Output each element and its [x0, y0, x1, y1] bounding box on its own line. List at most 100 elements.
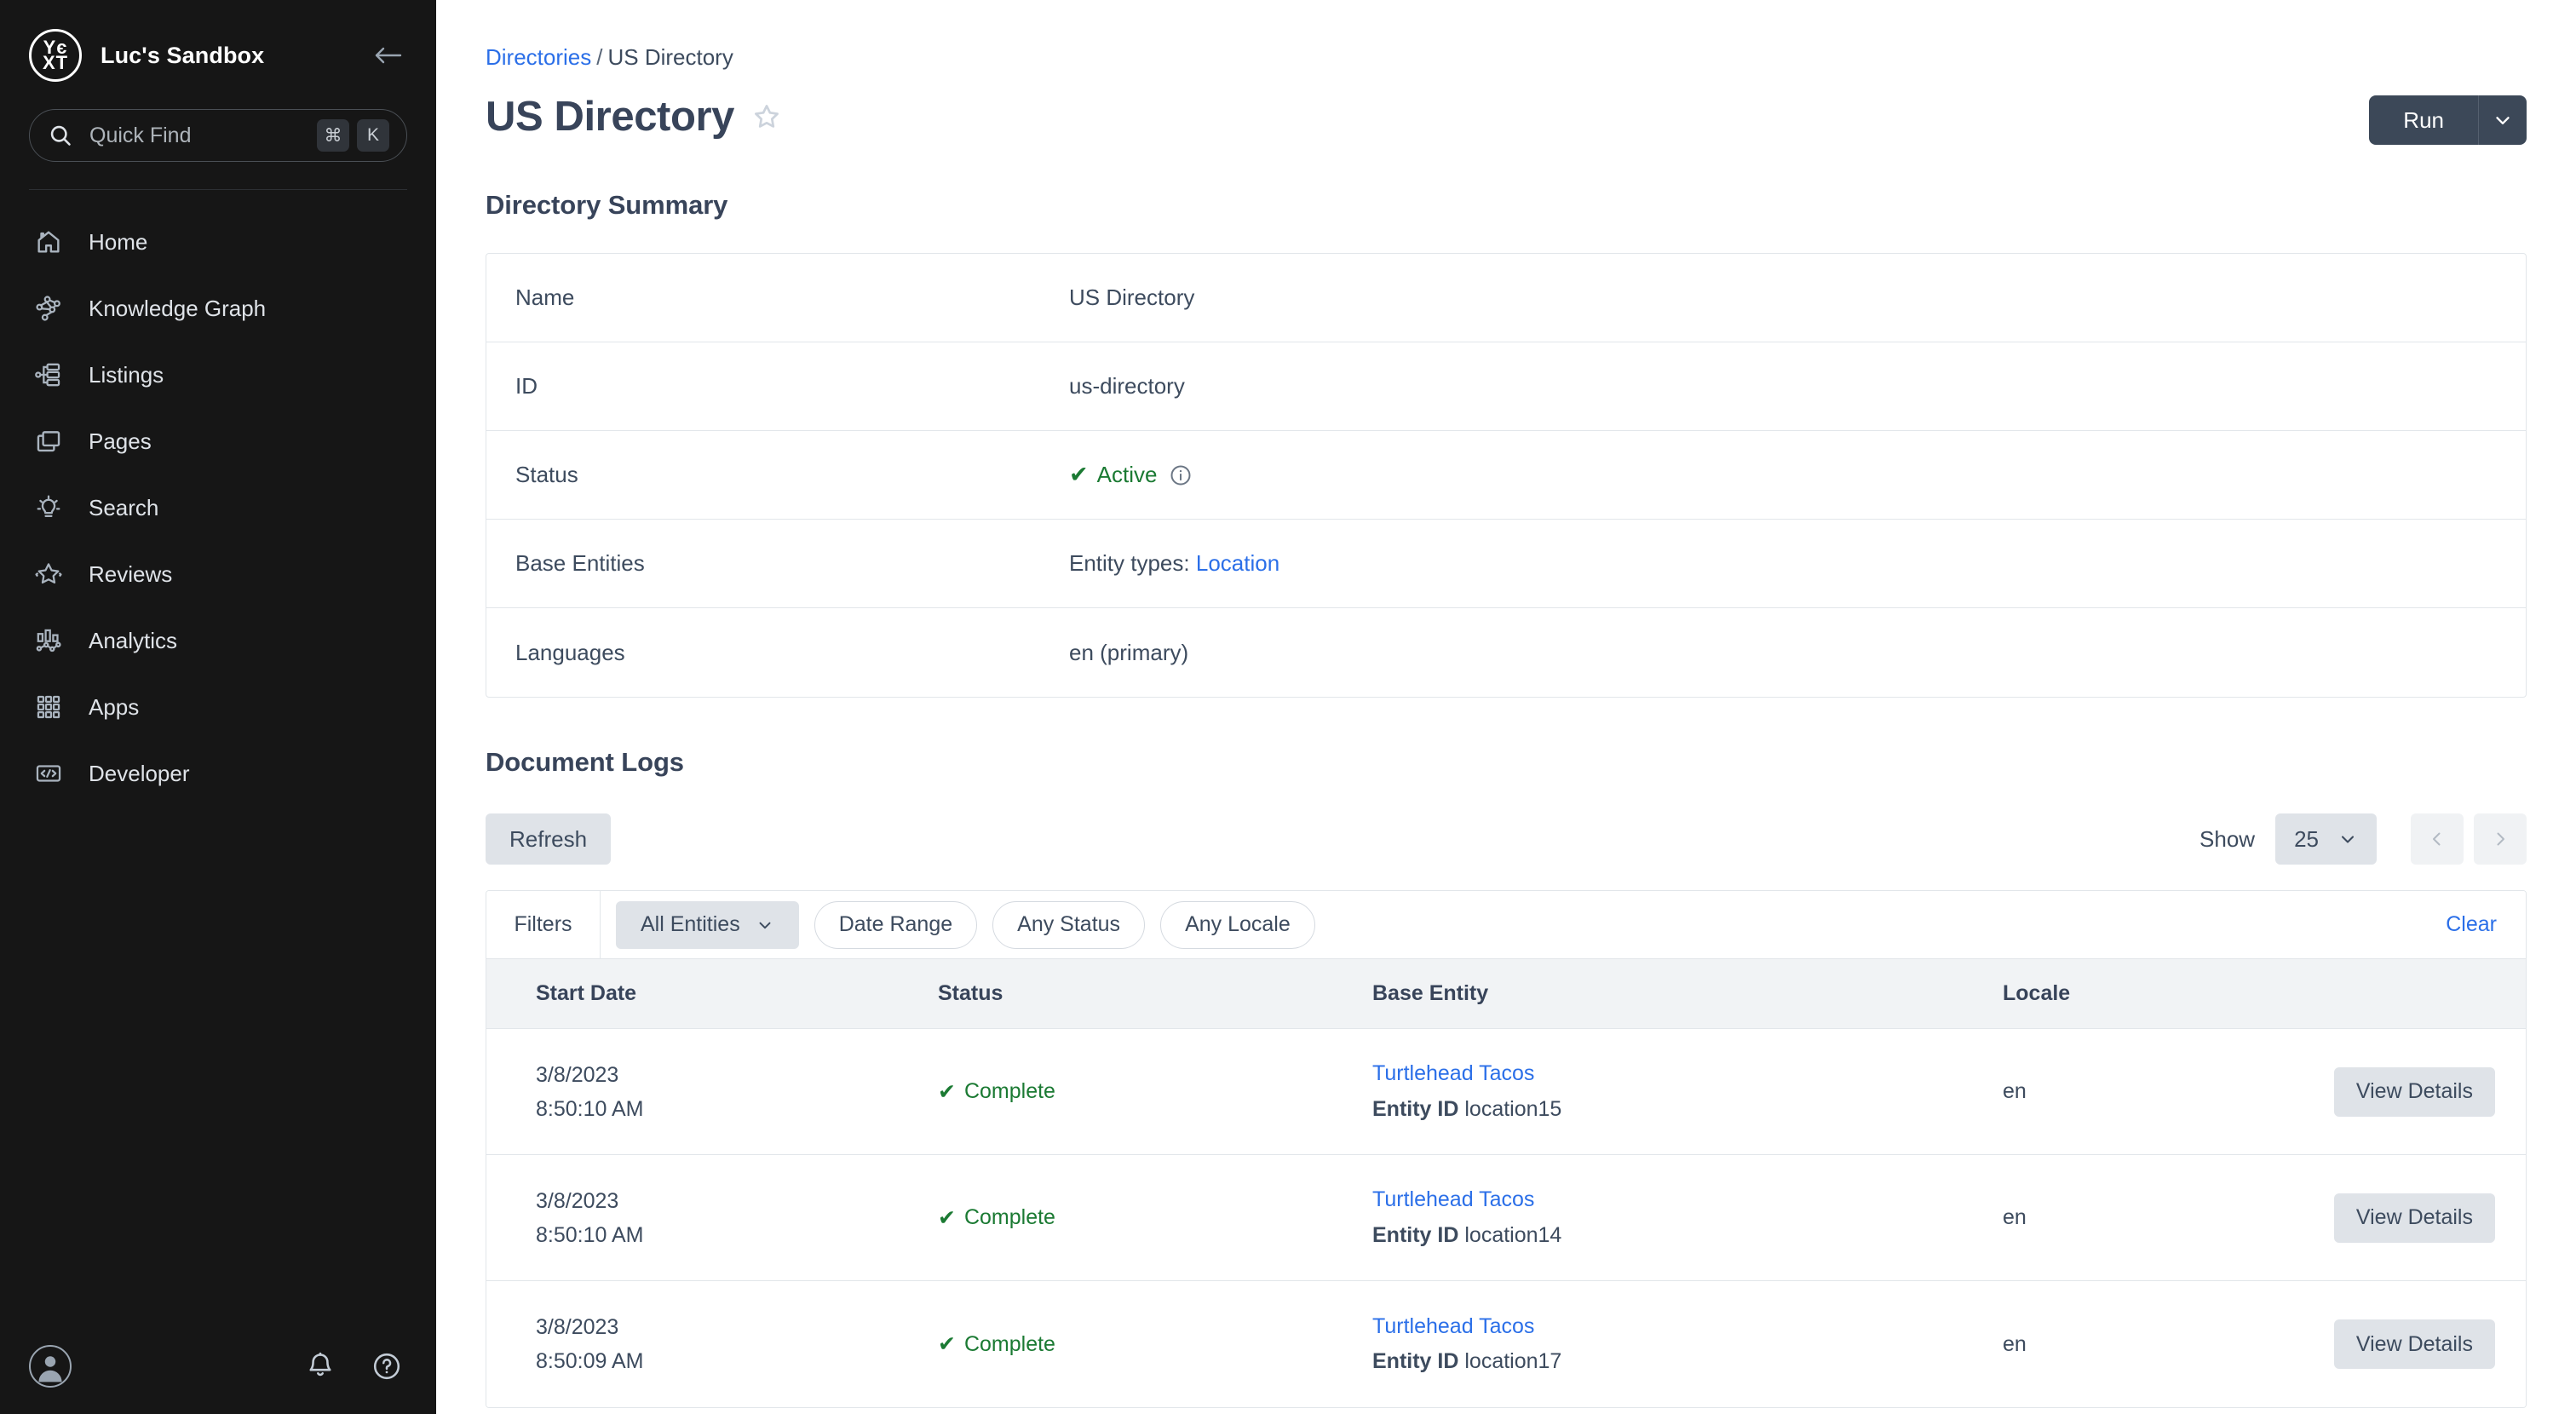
log-time: 8:50:10 AM: [536, 1096, 644, 1121]
status-text: Complete: [963, 1205, 1055, 1229]
entity-link[interactable]: Turtlehead Tacos: [1372, 1187, 1534, 1211]
sidebar-item-label: Analytics: [89, 627, 178, 653]
next-page-button[interactable]: [2474, 813, 2527, 865]
column-header-start-date: Start Date: [536, 981, 637, 1005]
sidebar-item-label: Apps: [89, 693, 140, 720]
filter-chip-any-locale[interactable]: Any Locale: [1160, 900, 1315, 949]
sidebar-item-label: Listings: [89, 361, 164, 388]
entity-type-link-location[interactable]: Location: [1196, 550, 1279, 577]
status-text: Complete: [963, 1079, 1055, 1103]
page-title: US Directory: [486, 94, 735, 140]
quick-find-input[interactable]: Quick Find ⌘ K: [29, 109, 407, 162]
quick-find-placeholder: Quick Find: [89, 123, 192, 147]
clear-filters-link[interactable]: Clear: [2446, 912, 2497, 937]
filter-chip-date-range[interactable]: Date Range: [814, 900, 978, 949]
breadcrumb-separator: /: [596, 44, 603, 70]
log-date: 3/8/2023: [536, 1062, 619, 1087]
sidebar-item-pages[interactable]: Pages: [0, 408, 436, 474]
sidebar-item-home[interactable]: Home: [0, 209, 436, 275]
view-details-button[interactable]: View Details: [2333, 1066, 2495, 1117]
cell-actions: View Details: [2284, 1319, 2526, 1369]
view-details-button[interactable]: View Details: [2333, 1193, 2495, 1243]
prev-page-button[interactable]: [2411, 813, 2464, 865]
column-header-base-entity: Base Entity: [1372, 981, 1489, 1005]
sidebar-item-label: Knowledge Graph: [89, 295, 267, 321]
help-circle-icon: [373, 1353, 400, 1380]
sidebar-item-analytics[interactable]: Analytics: [0, 607, 436, 674]
entity-types-label: Entity types:: [1069, 550, 1190, 576]
column-header-locale: Locale: [2003, 981, 2071, 1005]
run-button[interactable]: Run: [2369, 95, 2479, 145]
summary-value: us-directory: [1069, 373, 1185, 399]
view-details-button[interactable]: View Details: [2333, 1319, 2495, 1369]
app-root: Yє XT Luc's Sandbox Quick Find ⌘ K Home …: [0, 0, 2576, 1414]
cell-start-date: 3/8/2023 8:50:10 AM: [486, 1058, 938, 1126]
table-row: 3/8/2023 8:50:10 AM ✔ Complete Turtlehea…: [486, 1029, 2526, 1155]
sidebar-item-apps[interactable]: Apps: [0, 674, 436, 740]
cell-start-date: 3/8/2023 8:50:10 AM: [486, 1184, 938, 1252]
cell-locale: en: [2003, 1331, 2027, 1356]
sidebar-nav: Home Knowledge Graph Listings Pages Sear…: [0, 190, 436, 1319]
page-size-select[interactable]: 25: [2275, 813, 2377, 865]
check-icon: ✔: [1069, 462, 1089, 487]
sidebar-item-knowledge-graph[interactable]: Knowledge Graph: [0, 275, 436, 342]
sidebar-item-label: Search: [89, 494, 159, 520]
cell-status: ✔ Complete: [938, 1205, 1372, 1231]
sidebar-bottom-bar: [0, 1319, 436, 1414]
help-button[interactable]: [371, 1351, 402, 1382]
notifications-button[interactable]: [305, 1351, 336, 1382]
sidebar-item-search[interactable]: Search: [0, 474, 436, 541]
title-row: US Directory: [486, 93, 2527, 141]
summary-label: Base Entities: [515, 550, 645, 576]
entity-link[interactable]: Turtlehead Tacos: [1372, 1314, 1534, 1338]
favorite-button[interactable]: [751, 101, 782, 132]
status-info-button[interactable]: [1169, 463, 1193, 487]
status-badge: ✔ Complete: [938, 1079, 1372, 1105]
user-avatar-icon: [38, 1356, 62, 1382]
shortcut-key-k: K: [357, 119, 389, 152]
breadcrumb-link-directories[interactable]: Directories: [486, 44, 591, 70]
sidebar-item-developer[interactable]: Developer: [0, 740, 436, 807]
summary-label: Name: [515, 285, 575, 310]
avatar[interactable]: [29, 1345, 72, 1388]
run-button-group: Run: [2369, 95, 2527, 145]
entity-id-row: Entity ID location17: [1372, 1344, 2003, 1379]
summary-value: US Directory: [1069, 285, 1195, 310]
filter-chip-any-status[interactable]: Any Status: [992, 900, 1146, 949]
sidebar-item-listings[interactable]: Listings: [0, 342, 436, 408]
page-size-value: 25: [2294, 825, 2319, 852]
chevron-right-icon: [2497, 832, 2504, 846]
filters-bar: Filters All Entities Date Range Any Stat…: [486, 891, 2526, 959]
refresh-button[interactable]: Refresh: [486, 813, 612, 865]
entity-link[interactable]: Turtlehead Tacos: [1372, 1061, 1534, 1085]
breadcrumb: Directories / US Directory: [486, 44, 2527, 71]
entity-id-row: Entity ID location15: [1372, 1092, 2003, 1127]
sidebar: Yє XT Luc's Sandbox Quick Find ⌘ K Home …: [0, 0, 436, 1414]
pager: [2411, 813, 2527, 865]
cell-status: ✔ Complete: [938, 1331, 1372, 1357]
log-date: 3/8/2023: [536, 1188, 619, 1213]
cell-status: ✔ Complete: [938, 1079, 1372, 1105]
cell-actions: View Details: [2284, 1066, 2526, 1117]
run-dropdown-button[interactable]: [2479, 95, 2527, 145]
chevron-down-icon: [2496, 117, 2510, 124]
log-date: 3/8/2023: [536, 1315, 619, 1339]
star-outline-icon: [755, 105, 779, 128]
pages-icon: [29, 427, 68, 456]
entity-id-label: Entity ID: [1372, 1349, 1459, 1373]
entity-id-value: location14: [1464, 1222, 1562, 1247]
sidebar-bottom-actions: [305, 1351, 402, 1382]
code-icon: [29, 759, 68, 788]
summary-value: Entity types: Location: [1069, 550, 1279, 577]
sidebar-item-label: Developer: [89, 760, 190, 786]
filter-chip-all-entities[interactable]: All Entities: [616, 900, 799, 949]
main-content: Directories / US Directory US Directory Ru…: [436, 0, 2576, 1414]
sidebar-item-reviews[interactable]: Reviews: [0, 541, 436, 607]
document-logs-table: Filters All Entities Date Range Any Stat…: [486, 890, 2527, 1408]
cell-actions: View Details: [2284, 1193, 2526, 1243]
home-icon: [29, 227, 68, 256]
summary-row-id: ID us-directory: [486, 342, 2526, 431]
document-logs-heading: Document Logs: [486, 747, 684, 777]
sidebar-collapse-button[interactable]: [368, 36, 407, 75]
chevron-down-icon: [2341, 836, 2355, 843]
